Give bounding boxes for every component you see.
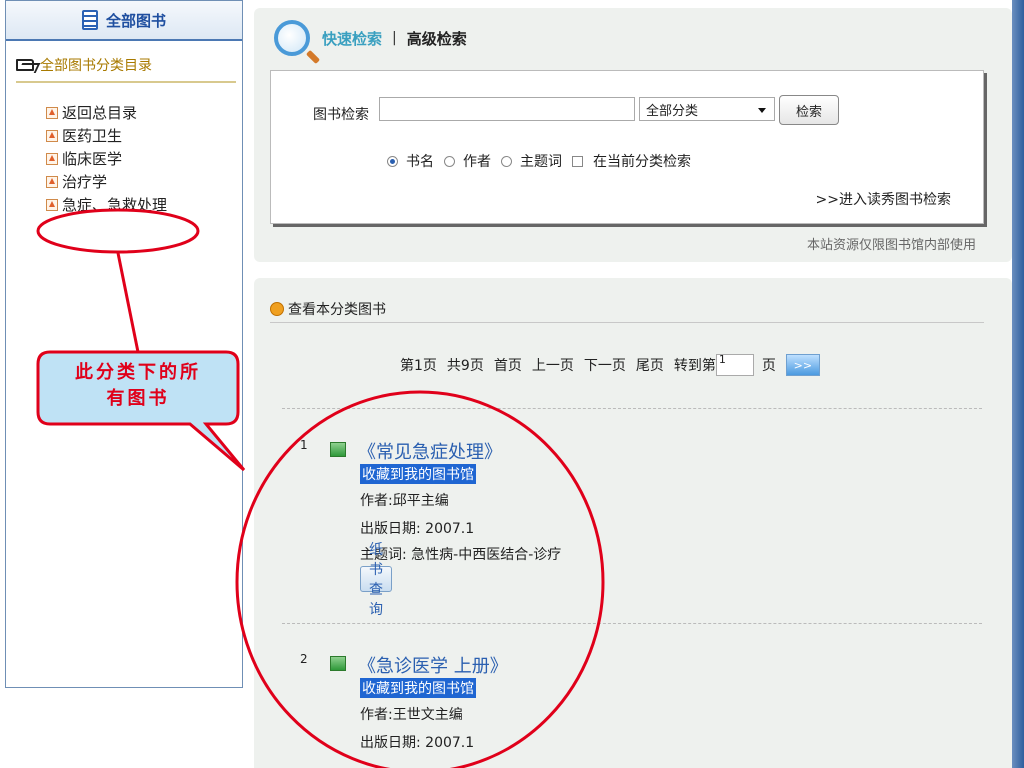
search-form: 图书检索 全部分类 检索 书名 作者 主题词 在当前分类检索 >>进入读秀图书检… [270, 70, 984, 224]
search-field-label: 图书检索 [313, 107, 369, 123]
book-title-link[interactable]: 《常见急症处理》 [358, 438, 502, 464]
window-edge [1012, 0, 1024, 768]
radio-subject-label: 主题词 [520, 154, 562, 170]
page-next-link[interactable]: 下一页 [584, 355, 626, 375]
radio-title-label: 书名 [406, 154, 434, 170]
page-total: 共9页 [446, 358, 484, 374]
search-options: 书名 作者 主题词 在当前分类检索 [387, 151, 691, 171]
tab-quick-search[interactable]: 快速检索 [322, 28, 382, 49]
up-arrow-icon [46, 106, 58, 119]
callout-line-1: 此分类下的所 [75, 362, 201, 383]
book-author: 作者:王世文主编 [360, 707, 463, 723]
sidebar-item-label: 返回总目录 [62, 104, 138, 122]
book-number: 1 [300, 438, 308, 452]
up-arrow-icon [46, 129, 58, 142]
sidebar-item-therapy[interactable]: 治疗学 [46, 170, 242, 193]
up-arrow-icon [46, 175, 58, 188]
sidebar-title: 全部图书 [105, 11, 166, 30]
sidebar-item-label: 治疗学 [62, 173, 108, 191]
results-panel: 查看本分类图书 第1页 共9页 首页 上一页 下一页 尾页 转到第 1 页 >>… [254, 278, 1012, 768]
divider [282, 408, 982, 409]
paper-book-search-button[interactable]: 纸书查询 [360, 542, 392, 618]
page-current: 第1页 [400, 358, 437, 374]
tab-advanced-search[interactable]: 高级检索 [407, 28, 467, 49]
chevron-down-icon [758, 108, 766, 113]
catalog-row[interactable]: 全部图书分类目录 [16, 55, 236, 83]
list-icon [270, 302, 284, 316]
sidebar-header[interactable]: 全部图书 [6, 1, 242, 41]
radio-author-label: 作者 [463, 154, 491, 170]
radio-title[interactable] [387, 155, 398, 167]
sidebar-item-back[interactable]: 返回总目录 [46, 101, 242, 124]
add-to-library-link[interactable]: 收藏到我的图书馆 [360, 464, 476, 484]
sidebar-item-label: 医药卫生 [62, 127, 123, 145]
search-panel: 快速检索 | 高级检索 图书检索 全部分类 检索 书名 作者 主题词 在当前分类… [254, 8, 1012, 262]
book-subject: 主题词: 急性病-中西医结合-诊疗 [360, 547, 562, 563]
search-input[interactable] [379, 97, 635, 121]
book-number: 2 [300, 652, 308, 666]
results-header: 查看本分类图书 [270, 296, 984, 323]
results-header-label: 查看本分类图书 [288, 302, 386, 318]
sidebar-item-medicine[interactable]: 医药卫生 [46, 124, 242, 147]
page-first-link[interactable]: 首页 [494, 355, 522, 375]
callout-text: 此分类下的所 有图书 [38, 360, 238, 412]
search-tabs: 快速检索 | 高级检索 [274, 8, 467, 68]
current-category-checkbox[interactable] [572, 155, 583, 167]
image-icon [330, 442, 346, 457]
radio-author[interactable] [444, 155, 455, 167]
image-icon [330, 656, 346, 671]
page-last-link[interactable]: 尾页 [636, 355, 664, 375]
book-author: 作者:邱平主编 [360, 493, 449, 509]
sidebar-item-label: 急症、急救处理 [62, 196, 168, 214]
internal-use-notice: 本站资源仅限图书馆内部使用 [806, 238, 976, 253]
folder-open-icon [16, 59, 34, 71]
category-select-value: 全部分类 [646, 103, 699, 119]
book-date: 出版日期: 2007.1 [360, 521, 475, 537]
book-icon [81, 10, 98, 30]
category-tree: 返回总目录 医药卫生 临床医学 治疗学 急症、急救处理 [46, 101, 242, 216]
book-title-link[interactable]: 《急诊医学 上册》 [358, 652, 508, 678]
divider [282, 623, 982, 624]
category-sidebar: 全部图书 全部图书分类目录 返回总目录 医药卫生 临床医学 治疗学 急症、急救处… [5, 0, 243, 688]
radio-subject[interactable] [501, 155, 512, 167]
add-to-library-link[interactable]: 收藏到我的图书馆 [360, 678, 476, 698]
goto-label: 转到第 [673, 358, 716, 374]
current-category-label: 在当前分类检索 [593, 154, 691, 170]
goto-page-input[interactable]: 1 [715, 354, 754, 376]
page-prev-link[interactable]: 上一页 [532, 355, 574, 375]
callout-line-2: 有图书 [106, 388, 170, 409]
sidebar-item-label: 临床医学 [62, 150, 123, 168]
tab-separator: | [392, 30, 397, 46]
sidebar-item-emergency[interactable]: 急症、急救处理 [46, 193, 242, 216]
category-select[interactable]: 全部分类 [639, 97, 775, 121]
duxiu-search-link[interactable]: >>进入读秀图书检索 [816, 189, 951, 209]
search-button[interactable]: 检索 [779, 95, 839, 125]
up-arrow-icon [46, 152, 58, 165]
catalog-label: 全部图书分类目录 [40, 58, 152, 74]
page-suffix: 页 [761, 358, 776, 374]
pagination: 第1页 共9页 首页 上一页 下一页 尾页 转到第 1 页 >> [400, 354, 820, 376]
up-arrow-icon [46, 198, 58, 211]
book-date: 出版日期: 2007.1 [360, 735, 475, 751]
sidebar-item-clinical[interactable]: 临床医学 [46, 147, 242, 170]
magnifier-icon [274, 20, 310, 56]
goto-button[interactable]: >> [785, 354, 820, 376]
